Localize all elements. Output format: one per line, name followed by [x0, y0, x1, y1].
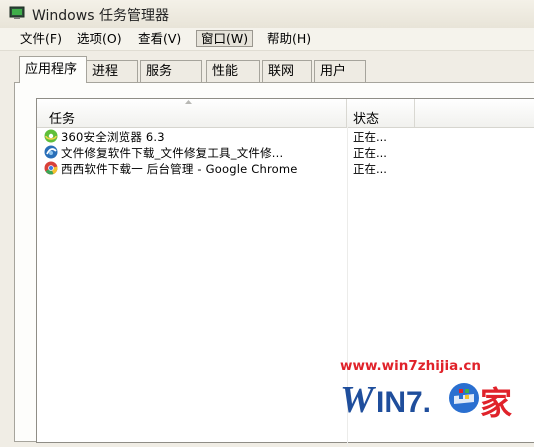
- task-name: 360安全浏览器 6.3: [61, 130, 165, 144]
- table-row[interactable]: 西西软件下载一 后台管理 - Google Chrome 正在...: [37, 160, 534, 176]
- title-bar[interactable]: Windows 任务管理器: [0, 0, 534, 28]
- task-name: 文件修复软件下载_文件修复工具_文件修...: [61, 146, 284, 160]
- task-status: 正在...: [353, 130, 387, 144]
- tab-strip: 应用程序 进程 服务 性能 联网 用户: [0, 56, 534, 83]
- task-status: 正在...: [353, 162, 387, 176]
- task-rows: 360安全浏览器 6.3 正在... 文件修复软件下载_文件修复工具_文件修..…: [37, 128, 534, 176]
- browser-360-icon: [44, 129, 58, 143]
- menu-window[interactable]: 窗口(W): [196, 30, 254, 47]
- menu-view[interactable]: 查看(V): [134, 30, 185, 47]
- svg-text:IN7.: IN7.: [376, 386, 431, 419]
- window-title: Windows 任务管理器: [32, 8, 169, 24]
- table-row[interactable]: 文件修复软件下载_文件修复工具_文件修... 正在...: [37, 144, 534, 160]
- chrome-icon: [44, 161, 58, 175]
- menu-file[interactable]: 文件(F): [16, 30, 66, 47]
- table-row[interactable]: 360安全浏览器 6.3 正在...: [37, 128, 534, 144]
- tab-performance[interactable]: 性能: [206, 60, 260, 82]
- task-name: 西西软件下载一 后台管理 - Google Chrome: [61, 162, 298, 176]
- watermark-url: www.win7zhijia.cn: [340, 358, 481, 374]
- tab-applications[interactable]: 应用程序: [19, 56, 87, 83]
- column-header-task-label: 任务: [49, 112, 76, 127]
- win7-logo: W IN7. 家: [340, 379, 512, 422]
- column-header-task[interactable]: 任务: [37, 99, 347, 127]
- svg-text:家: 家: [480, 384, 512, 422]
- tab-services[interactable]: 服务: [140, 60, 202, 82]
- task-manager-window: Windows 任务管理器 文件(F) 选项(O) 查看(V) 窗口(W) 帮助…: [0, 0, 534, 447]
- tab-networking[interactable]: 联网: [262, 60, 312, 82]
- svg-text:W: W: [340, 379, 377, 421]
- sort-ascending-icon: [185, 100, 192, 104]
- menu-help[interactable]: 帮助(H): [263, 30, 315, 47]
- task-manager-icon: [9, 6, 25, 19]
- column-header-status-label: 状态: [353, 112, 380, 127]
- task-status: 正在...: [353, 146, 387, 160]
- tab-processes[interactable]: 进程: [86, 60, 138, 82]
- list-header: 任务 状态: [37, 99, 534, 128]
- column-header-status[interactable]: 状态: [347, 99, 415, 127]
- menu-bar: 文件(F) 选项(O) 查看(V) 窗口(W) 帮助(H): [0, 28, 534, 51]
- tab-users[interactable]: 用户: [314, 60, 366, 82]
- menu-options[interactable]: 选项(O): [73, 30, 126, 47]
- browser-page-icon: [44, 145, 58, 159]
